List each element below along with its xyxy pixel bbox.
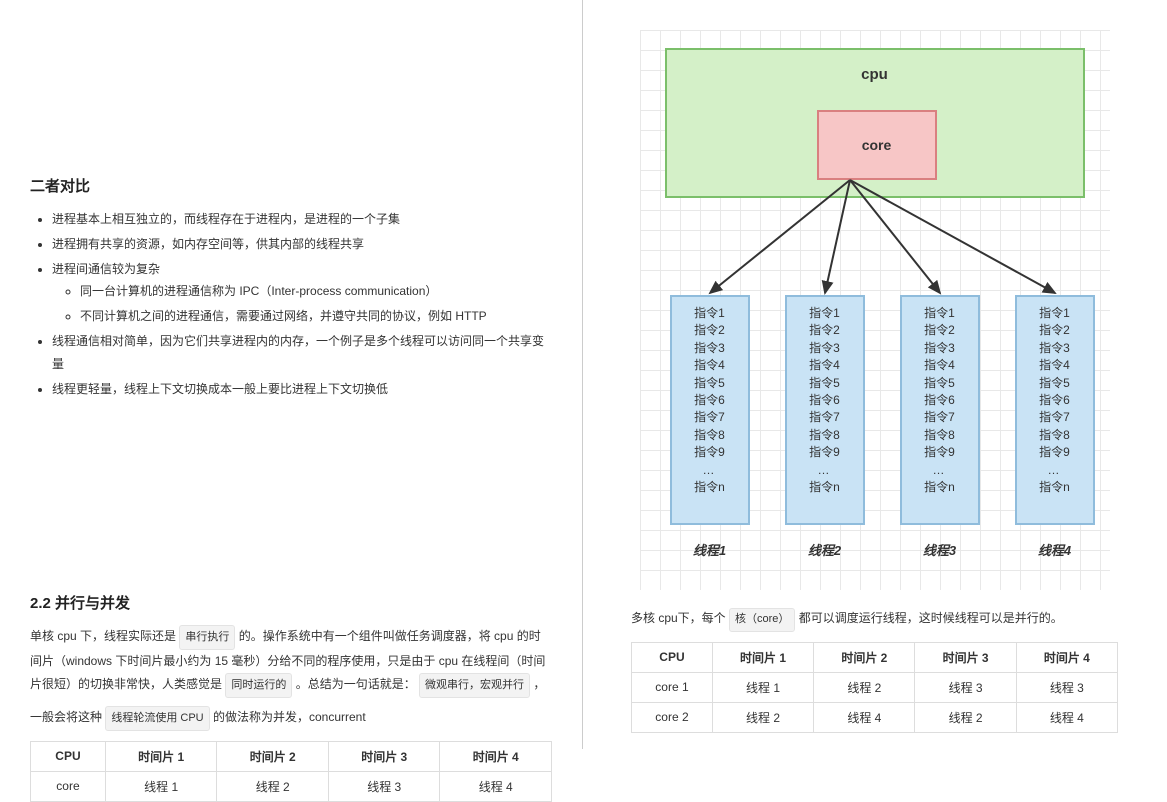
highlight: 同时运行的 xyxy=(225,673,292,698)
thread-label-2: 线程2 xyxy=(785,540,865,559)
thread-column-4: 指令1 指令2 指令3 指令4 指令5 指令6 指令7 指令8 指令9 … 指令… xyxy=(1015,295,1095,525)
thread-column-1: 指令1 指令2 指令3 指令4 指令5 指令6 指令7 指令8 指令9 … 指令… xyxy=(670,295,750,525)
col-cpu: CPU xyxy=(31,741,106,771)
highlight: 微观串行，宏观并行 xyxy=(419,673,530,698)
multi-core-table: CPU 时间片 1 时间片 2 时间片 3 时间片 4 core 1 线程 1 … xyxy=(631,642,1118,733)
cpu-diagram: cpu core 指令1 指令2 指令3 指令4 xyxy=(640,30,1110,590)
highlight: 线程轮流使用 CPU xyxy=(105,706,209,731)
multi-core-paragraph: 多核 cpu下，每个 核（core） 都可以调度运行线程，这时候线程可以是并行的… xyxy=(631,608,1136,632)
col-slice4: 时间片 4 xyxy=(440,741,552,771)
list-item: 线程更轻量，线程上下文切换成本一般上要比进程上下文切换低 xyxy=(52,378,552,401)
thread-label-3: 线程3 xyxy=(900,540,980,559)
thread-label-1: 线程1 xyxy=(670,540,750,559)
col-slice2: 时间片 2 xyxy=(217,741,329,771)
col-cpu: CPU xyxy=(632,642,713,672)
list-item: 线程通信相对简单，因为它们共享进程内的内存，一个例子是多个线程可以访问同一个共享… xyxy=(52,330,552,376)
paragraph: 一般会将这种 线程轮流使用 CPU 的做法称为并发，concurrent xyxy=(30,706,552,731)
list-item: 同一台计算机的进程通信称为 IPC（Inter-process communic… xyxy=(80,280,552,303)
col-slice3: 时间片 3 xyxy=(328,741,440,771)
list-item: 进程拥有共享的资源，如内存空间等，供其内部的线程共享 xyxy=(52,233,552,256)
page-left: 二者对比 进程基本上相互独立的，而线程存在于进程内，是进程的一个子集 进程拥有共… xyxy=(0,0,583,749)
section-2-2-heading: 2.2 并行与并发 xyxy=(30,592,552,613)
list-item: 不同计算机之间的进程通信，需要通过网络，并遵守共同的协议，例如 HTTP xyxy=(80,305,552,328)
col-slice1: 时间片 1 xyxy=(712,642,813,672)
table-row: core 线程 1 线程 2 线程 3 线程 4 xyxy=(31,771,552,801)
col-slice3: 时间片 3 xyxy=(915,642,1016,672)
col-slice1: 时间片 1 xyxy=(105,741,217,771)
page-right: cpu core 指令1 指令2 指令3 指令4 xyxy=(583,0,1166,749)
thread-column-2: 指令1 指令2 指令3 指令4 指令5 指令6 指令7 指令8 指令9 … 指令… xyxy=(785,295,865,525)
comparison-heading: 二者对比 xyxy=(30,175,552,196)
table-row: core 1 线程 1 线程 2 线程 3 线程 3 xyxy=(632,672,1118,702)
highlight: 串行执行 xyxy=(179,625,235,650)
list-item-text: 进程间通信较为复杂 xyxy=(52,262,160,276)
col-slice2: 时间片 2 xyxy=(814,642,915,672)
paragraph: 单核 cpu 下，线程实际还是 串行执行 的。操作系统中有一个组件叫做任务调度器… xyxy=(30,625,552,698)
thread-column-3: 指令1 指令2 指令3 指令4 指令5 指令6 指令7 指令8 指令9 … 指令… xyxy=(900,295,980,525)
thread-label-4: 线程4 xyxy=(1015,540,1095,559)
list-item: 进程间通信较为复杂 同一台计算机的进程通信称为 IPC（Inter-proces… xyxy=(52,258,552,328)
highlight: 核（core） xyxy=(729,608,795,632)
col-slice4: 时间片 4 xyxy=(1016,642,1117,672)
list-item: 进程基本上相互独立的，而线程存在于进程内，是进程的一个子集 xyxy=(52,208,552,231)
table-row: core 2 线程 2 线程 4 线程 2 线程 4 xyxy=(632,702,1118,732)
single-core-table: CPU 时间片 1 时间片 2 时间片 3 时间片 4 core 线程 1 线程… xyxy=(30,741,552,802)
comparison-list: 进程基本上相互独立的，而线程存在于进程内，是进程的一个子集 进程拥有共享的资源，… xyxy=(30,208,552,400)
sublist: 同一台计算机的进程通信称为 IPC（Inter-process communic… xyxy=(52,280,552,328)
